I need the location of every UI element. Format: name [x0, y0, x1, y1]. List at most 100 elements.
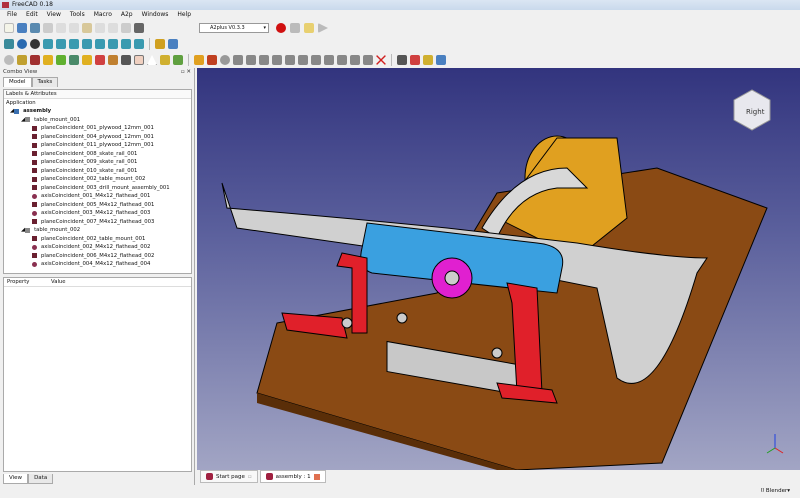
tree-item[interactable]: planeCoincident_004_plywood_12mm_001 [4, 133, 191, 142]
label-icon[interactable] [410, 55, 420, 65]
angle-icon[interactable] [324, 55, 334, 65]
undo-icon[interactable] [95, 23, 105, 33]
run-macro-icon[interactable] [318, 23, 328, 33]
property-column-header[interactable]: Property [4, 278, 51, 286]
view-axo-icon[interactable] [43, 39, 53, 49]
print-icon[interactable] [43, 23, 53, 33]
auto-solve-icon[interactable] [134, 55, 144, 65]
tree-item[interactable]: planeCoincident_010_skate_rail_001 [4, 167, 191, 176]
tree-item[interactable]: planeCoincident_009_skate_rail_001 [4, 158, 191, 167]
view-front-icon[interactable] [56, 39, 66, 49]
close-icon[interactable] [376, 55, 386, 65]
redo-icon[interactable] [108, 23, 118, 33]
delete-constraints-icon[interactable] [95, 55, 105, 65]
macros-icon[interactable] [304, 23, 314, 33]
part-icon[interactable] [155, 39, 165, 49]
tree-item[interactable]: axisCoincident_001_M4x12_flathead_001 [4, 192, 191, 201]
circular-edge-icon[interactable] [246, 55, 256, 65]
3d-viewport[interactable]: Right [197, 68, 800, 470]
navigation-style-button[interactable]: ⌷ Blender▾ [761, 485, 790, 497]
group-icon[interactable] [168, 39, 178, 49]
tree-item[interactable]: planeCoincident_002_table_mount_002 [4, 175, 191, 184]
copy-icon[interactable] [69, 23, 79, 33]
new-icon[interactable] [4, 23, 14, 33]
tree-item[interactable]: axisCoincident_002_M4x12_flathead_002 [4, 243, 191, 252]
center-of-mass-icon[interactable] [337, 55, 347, 65]
model-tree[interactable]: Labels & Attributes Application ◢ assemb… [3, 89, 192, 274]
axial-icon[interactable] [259, 55, 269, 65]
view-top-icon[interactable] [69, 39, 79, 49]
menu-tools[interactable]: Tools [70, 10, 85, 20]
tab-view[interactable]: View [3, 474, 29, 484]
paste-icon[interactable] [82, 23, 92, 33]
menu-windows[interactable]: Windows [142, 10, 169, 20]
flip-icon[interactable] [121, 55, 131, 65]
tree-item[interactable]: planeCoincident_005_M4x12_flathead_001 [4, 201, 191, 210]
plane-parallel-icon[interactable] [298, 55, 308, 65]
tree-item[interactable]: axisCoincident_003_M4x12_flathead_003 [4, 209, 191, 218]
list-icon[interactable] [173, 55, 183, 65]
record-macro-icon[interactable] [276, 23, 286, 33]
menu-view[interactable]: View [47, 10, 61, 20]
view-bottom-icon[interactable] [108, 39, 118, 49]
tree-item[interactable]: planeCoincident_001_plywood_12mm_001 [4, 124, 191, 133]
solve-icon[interactable] [108, 55, 118, 65]
tree-item[interactable]: ◢ table_mount_002 [4, 226, 191, 235]
value-column-header[interactable]: Value [51, 278, 66, 286]
tree-item[interactable]: ◢ assembly [4, 107, 191, 116]
open-icon[interactable] [17, 23, 27, 33]
measure-icon[interactable] [134, 39, 144, 49]
menu-a2p[interactable]: A2p [121, 10, 133, 20]
plane-coincident-icon[interactable] [311, 55, 321, 65]
draw-style-icon[interactable] [30, 39, 40, 49]
view-rear-icon[interactable] [95, 39, 105, 49]
tab-start-page[interactable]: Start page ▫ [200, 470, 258, 483]
fit-selection-icon[interactable] [17, 39, 27, 49]
transparency-icon[interactable] [436, 55, 446, 65]
tree-item[interactable]: planeCoincident_007_M4x12_flathead_003 [4, 218, 191, 227]
fit-all-icon[interactable] [4, 39, 14, 49]
tab-tasks[interactable]: Tasks [31, 77, 59, 87]
duplicate-icon[interactable] [56, 55, 66, 65]
dof-icon[interactable] [397, 55, 407, 65]
menu-file[interactable]: File [7, 10, 17, 20]
tree-item[interactable]: ◢ table_mount_001 [4, 116, 191, 125]
tab-data[interactable]: Data [28, 474, 54, 484]
tree-item[interactable]: planeCoincident_008_skate_rail_001 [4, 150, 191, 159]
tree-item[interactable]: planeCoincident_003_drill_mount_assembly… [4, 184, 191, 193]
zoom-icon[interactable] [4, 55, 14, 65]
point-constraint-icon[interactable] [194, 55, 204, 65]
sphere-icon[interactable] [233, 55, 243, 65]
close-tab-icon[interactable]: ▫ [248, 471, 252, 483]
tree-item[interactable]: planeCoincident_002_table_mount_001 [4, 235, 191, 244]
menu-help[interactable]: Help [177, 10, 191, 20]
stop-macro-icon[interactable] [290, 23, 300, 33]
update-icon[interactable] [30, 55, 40, 65]
view-right-icon[interactable] [82, 39, 92, 49]
tree-item[interactable]: planeCoincident_011_plywood_12mm_001 [4, 141, 191, 150]
move-icon[interactable] [43, 55, 53, 65]
bom-icon[interactable] [160, 55, 170, 65]
cut-icon[interactable] [56, 23, 66, 33]
import-part-icon[interactable] [17, 55, 27, 65]
save-icon[interactable] [30, 23, 40, 33]
tab-model[interactable]: Model [3, 77, 32, 87]
refresh-icon[interactable] [121, 23, 131, 33]
close-tab-icon[interactable] [313, 473, 320, 480]
point-on-line-icon[interactable] [207, 55, 217, 65]
lock-icon[interactable] [350, 55, 360, 65]
edit-part-icon[interactable] [82, 55, 92, 65]
point-on-plane-icon[interactable] [220, 55, 230, 65]
workbench-selector[interactable]: A2plus V0.3.3 ▾ [199, 23, 269, 33]
float-close-icons[interactable]: ▫ ✕ [181, 68, 191, 77]
navigation-cube[interactable]: Right [733, 89, 771, 131]
tab-assembly[interactable]: assembly : 1 [259, 470, 326, 483]
warning-icon[interactable] [147, 55, 157, 65]
axis-parallel-icon[interactable] [272, 55, 282, 65]
view-left-icon[interactable] [121, 39, 131, 49]
plane-icon[interactable] [363, 55, 373, 65]
tree-item[interactable]: axisCoincident_004_M4x12_flathead_004 [4, 260, 191, 269]
tree-item[interactable]: planeCoincident_006_M4x12_flathead_002 [4, 252, 191, 261]
convert-icon[interactable] [69, 55, 79, 65]
iso-icon[interactable] [423, 55, 433, 65]
